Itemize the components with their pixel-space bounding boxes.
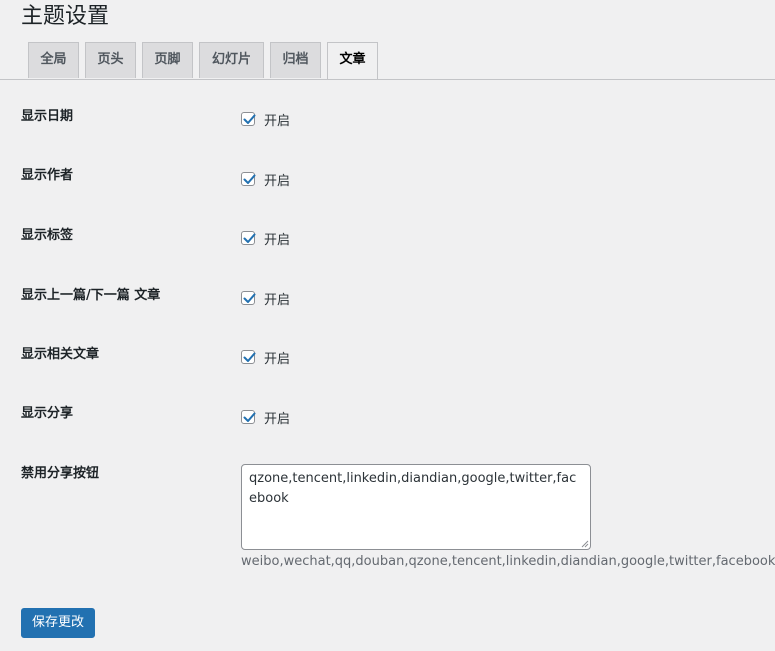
setting-control: 开启: [241, 288, 290, 308]
share-options-description: weibo,wechat,qq,douban,qzone,tencent,lin…: [241, 554, 775, 569]
tab-footer[interactable]: 页脚: [142, 42, 193, 78]
setting-label: 显示作者: [21, 168, 74, 183]
settings-tabs: 全局 页头 页脚 幻灯片 归档 文章: [0, 42, 775, 80]
disable-share-textarea[interactable]: qzone,tencent,linkedin,diandian,google,t…: [241, 464, 591, 550]
checkbox-label: 开启: [264, 351, 291, 367]
tab-header[interactable]: 页头: [85, 42, 136, 78]
setting-control: 开启: [241, 169, 290, 189]
tab-article[interactable]: 文章: [327, 42, 378, 79]
show-prev-next-checkbox[interactable]: [241, 291, 256, 305]
checkmark-icon: [243, 352, 256, 362]
setting-control: 开启: [241, 228, 290, 248]
show-author-checkbox[interactable]: [241, 172, 256, 186]
save-changes-button[interactable]: 保存更改: [21, 608, 95, 638]
checkmark-icon: [243, 293, 256, 303]
tab-archive[interactable]: 归档: [270, 42, 321, 78]
show-tags-checkbox[interactable]: [241, 231, 256, 245]
setting-control: 开启: [241, 407, 290, 427]
checkbox-label: 开启: [264, 113, 291, 129]
show-share-checkbox[interactable]: [241, 410, 256, 424]
checkmark-icon: [243, 174, 256, 184]
textarea-value: qzone,tencent,linkedin,diandian,google,t…: [249, 471, 577, 506]
setting-label: 显示日期: [21, 109, 74, 124]
checkmark-icon: [243, 412, 256, 422]
show-related-checkbox[interactable]: [241, 350, 256, 364]
setting-label: 禁用分享按钮: [21, 466, 100, 481]
setting-control: 开启: [241, 109, 290, 129]
setting-label: 显示相关文章: [21, 347, 100, 362]
page-title: 主题设置: [21, 4, 110, 29]
checkbox-label: 开启: [264, 411, 291, 427]
setting-row-disable-share: 禁用分享按钮 qzone,tencent,linkedin,diandian,g…: [21, 464, 775, 574]
tab-global[interactable]: 全局: [28, 42, 79, 78]
setting-label: 显示分享: [21, 406, 74, 421]
setting-control: 开启: [241, 347, 290, 367]
checkmark-icon: [243, 233, 256, 243]
show-date-checkbox[interactable]: [241, 112, 256, 126]
setting-label: 显示上一篇/下一篇 文章: [21, 288, 161, 303]
checkbox-label: 开启: [264, 232, 291, 248]
resize-handle-icon[interactable]: [580, 539, 589, 548]
setting-label: 显示标签: [21, 228, 74, 243]
checkbox-label: 开启: [264, 292, 291, 308]
checkbox-label: 开启: [264, 173, 291, 189]
checkmark-icon: [243, 114, 256, 124]
tab-slideshow[interactable]: 幻灯片: [199, 42, 264, 78]
